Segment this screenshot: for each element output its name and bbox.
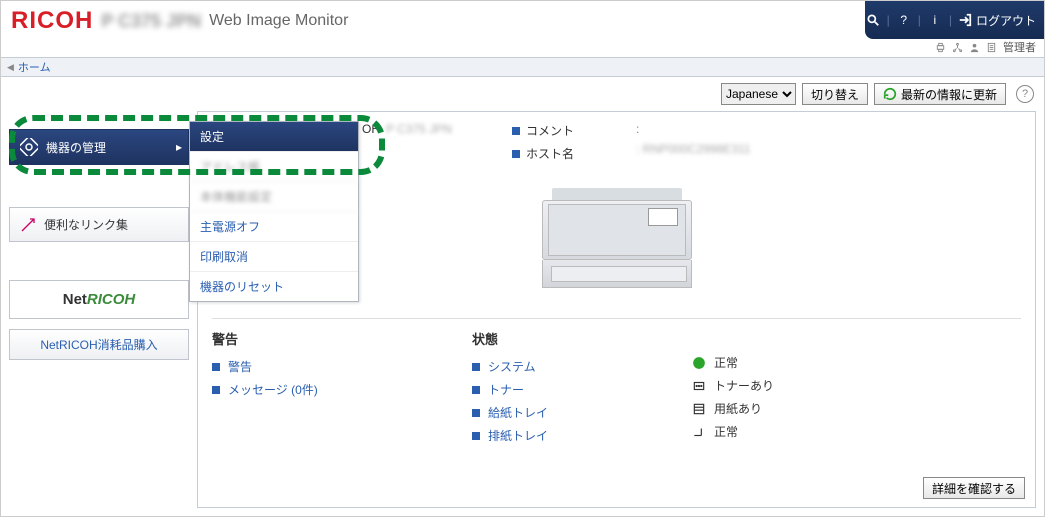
logout-button[interactable]: ログアウト xyxy=(958,12,1036,29)
network-icon xyxy=(952,42,963,53)
detail-button[interactable]: 詳細を確認する xyxy=(923,477,1025,499)
bullet-icon xyxy=(472,432,480,440)
model-name: P C375 JPN xyxy=(101,11,201,32)
host-row: ホスト名 xyxy=(512,145,596,162)
netricoh-logo[interactable]: NetRICOH xyxy=(9,280,189,319)
output-icon xyxy=(692,425,706,439)
host-value: : RNP000C2998E311 xyxy=(636,142,751,156)
toolbar: Japanese 切り替え 最新の情報に更新 ? xyxy=(1,77,1044,107)
brand-logo: RICOH xyxy=(11,7,93,35)
bullet-icon xyxy=(512,150,520,158)
status-toner-link[interactable]: トナー xyxy=(488,381,568,398)
status-values-column: 正常 トナーあり 用紙あり 正常 xyxy=(692,329,774,444)
device-flyout: 設定 アドレス帳 本体機能設定 主電源オフ 印刷取消 機器のリセット xyxy=(189,121,359,302)
user-icon xyxy=(969,42,980,53)
comment-row: コメント xyxy=(512,122,596,139)
flyout-item-2[interactable]: アドレス帳 xyxy=(190,152,358,182)
divider: | xyxy=(887,13,890,27)
model-label: OH xyxy=(362,122,380,136)
doc-icon xyxy=(986,42,997,53)
bullet-icon xyxy=(472,409,480,417)
role-label: 管理者 xyxy=(1003,39,1036,55)
app-title: Web Image Monitor xyxy=(209,12,348,30)
comment-label: コメント xyxy=(526,122,596,139)
toner-icon xyxy=(692,379,706,393)
messages-link[interactable]: メッセージ (0件) xyxy=(228,381,318,398)
refresh-label: 最新の情報に更新 xyxy=(901,86,997,103)
ok-icon xyxy=(692,356,706,370)
status-output-tray-link[interactable]: 排紙トレイ xyxy=(488,427,568,444)
status-input-tray-link[interactable]: 給紙トレイ xyxy=(488,404,568,421)
refresh-icon xyxy=(883,87,897,101)
host-label: ホスト名 xyxy=(526,145,596,162)
search-icon[interactable] xyxy=(865,12,881,28)
sidebar-links-label: 便利なリンク集 xyxy=(44,216,128,233)
switch-button[interactable]: 切り替え xyxy=(802,83,868,105)
links-icon xyxy=(20,217,36,233)
status-system-link[interactable]: システム xyxy=(488,358,568,375)
status-toner-value: トナーあり xyxy=(714,377,774,394)
back-icon: ◀ xyxy=(7,62,14,73)
bullet-icon xyxy=(472,386,480,394)
comment-value-row: : xyxy=(636,122,751,136)
info-icon[interactable]: i xyxy=(927,12,943,28)
comment-value: : xyxy=(636,122,639,136)
status-links-column: 状態 システム トナー 給紙トレイ 排紙トレイ xyxy=(472,329,632,444)
host-value-row: : RNP000C2998E311 xyxy=(636,142,751,156)
sidebar-device-management[interactable]: 機器の管理 ▸ xyxy=(9,129,189,165)
divider: | xyxy=(949,13,952,27)
home-link[interactable]: ホーム xyxy=(18,59,51,75)
warnings-link[interactable]: 警告 xyxy=(228,358,252,375)
refresh-button[interactable]: 最新の情報に更新 xyxy=(874,83,1006,105)
printer-image xyxy=(542,182,692,302)
warnings-column: 警告 警告 メッセージ (0件) xyxy=(212,329,412,444)
divider: | xyxy=(918,13,921,27)
status-paper-value: 用紙あり xyxy=(714,400,762,417)
paper-icon xyxy=(692,402,706,416)
sidebar: 機器の管理 ▸ 便利なリンク集 NetRICOH NetRICOH消耗品購入 設… xyxy=(9,111,189,508)
device-icon xyxy=(20,138,38,156)
model-value: P C375 JPN xyxy=(386,122,452,136)
role-row: 管理者 xyxy=(935,39,1036,55)
status-output-value: 正常 xyxy=(714,423,738,440)
bullet-icon xyxy=(512,127,520,135)
warnings-title: 警告 xyxy=(212,329,412,348)
bullet-icon xyxy=(472,363,480,371)
flyout-cancel-print[interactable]: 印刷取消 xyxy=(190,242,358,272)
chevron-right-icon: ▸ xyxy=(176,140,182,154)
status-title: 状態 xyxy=(472,329,632,348)
status-system-value: 正常 xyxy=(714,354,738,371)
logout-label: ログアウト xyxy=(976,12,1036,29)
flyout-item-3[interactable]: 本体機能設定 xyxy=(190,182,358,212)
bullet-icon xyxy=(212,363,220,371)
flyout-device-reset[interactable]: 機器のリセット xyxy=(190,272,358,301)
sidebar-device-label: 機器の管理 xyxy=(46,139,106,156)
flyout-settings[interactable]: 設定 xyxy=(190,122,358,152)
page-help-icon[interactable]: ? xyxy=(1016,85,1034,103)
language-select[interactable]: Japanese xyxy=(721,83,796,105)
printer-icon xyxy=(935,42,946,53)
flyout-power-off[interactable]: 主電源オフ xyxy=(190,212,358,242)
sidebar-useful-links[interactable]: 便利なリンク集 xyxy=(9,207,189,242)
top-right-bar: | ? | i | ログアウト xyxy=(865,1,1044,39)
bullet-icon xyxy=(212,386,220,394)
netricoh-buy-button[interactable]: NetRICOH消耗品購入 xyxy=(9,329,189,360)
breadcrumb-bar: ◀ ホーム xyxy=(1,57,1044,77)
help-icon[interactable]: ? xyxy=(896,12,912,28)
